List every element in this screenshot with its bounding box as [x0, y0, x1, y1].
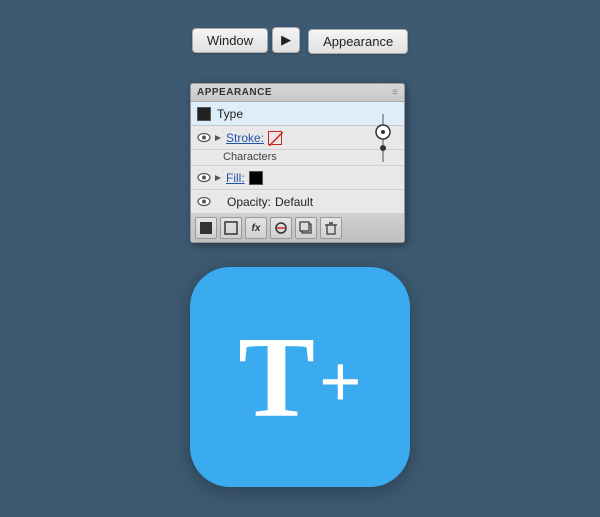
app-icon-text: T + — [238, 320, 361, 435]
type-swatch — [197, 107, 211, 121]
appearance-panel: APPEARANCE ≡ Type Stroke: — [190, 83, 405, 243]
fill-link[interactable]: Fill: — [226, 171, 245, 185]
arrow-button[interactable]: ▶ — [272, 27, 300, 53]
circle-icon — [274, 221, 288, 235]
fx-label: fx — [252, 223, 261, 234]
window-button[interactable]: Window — [192, 28, 268, 53]
stroke-diagram — [368, 126, 398, 149]
opacity-value: Default — [275, 195, 313, 209]
stroke-link[interactable]: Stroke: — [226, 131, 264, 145]
new-layer-button[interactable] — [195, 217, 217, 239]
stroke-swatch[interactable] — [268, 131, 282, 145]
eye-icon — [197, 132, 211, 143]
panel-header[interactable]: APPEARANCE ≡ — [191, 84, 404, 102]
type-label: Type — [217, 107, 243, 121]
duplicate-button[interactable] — [295, 217, 317, 239]
trash-icon — [324, 221, 338, 235]
panel-title: APPEARANCE — [197, 87, 272, 98]
app-icon: T + — [190, 267, 410, 487]
stroke-circle-diagram — [368, 114, 398, 162]
app-icon-plus: + — [319, 345, 362, 420]
fx-button[interactable]: fx — [245, 217, 267, 239]
panel-footer: fx — [191, 214, 404, 242]
characters-label: Characters — [223, 151, 277, 163]
delete-button[interactable] — [320, 217, 342, 239]
opacity-label: Opacity: — [227, 195, 271, 209]
opacity-eye-icon — [197, 196, 211, 207]
panel-grip: ≡ — [392, 87, 398, 98]
appearance-button[interactable]: Appearance — [308, 29, 408, 54]
toolbar: Window ▶ Appearance — [0, 0, 600, 80]
fill-arrow-icon — [213, 173, 223, 183]
stroke-arrow-icon — [213, 133, 223, 143]
new-layer-icon — [199, 221, 213, 235]
rect-icon — [224, 221, 238, 235]
opacity-row: Opacity: Default — [191, 190, 404, 214]
app-icon-t: T — [238, 320, 315, 435]
fill-eye-icon — [197, 172, 211, 183]
rect-button[interactable] — [220, 217, 242, 239]
fill-swatch[interactable] — [249, 171, 263, 185]
duplicate-icon — [299, 221, 313, 235]
stroke-row: Stroke: — [191, 126, 404, 150]
circle-button[interactable] — [270, 217, 292, 239]
fill-row: Fill: — [191, 166, 404, 190]
